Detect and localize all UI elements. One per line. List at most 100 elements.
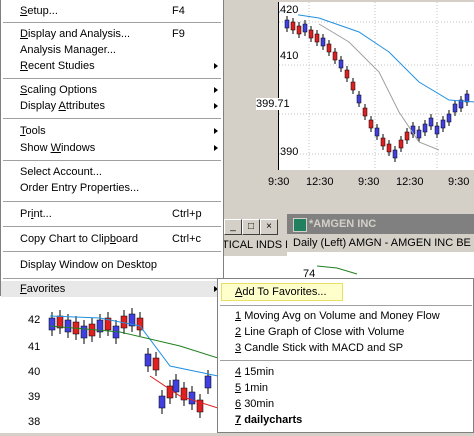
y-tick-39: 39 bbox=[28, 391, 41, 403]
shortcut-ctrl-c: Ctrl+c bbox=[172, 233, 202, 245]
candle-body bbox=[48, 317, 56, 331]
menu-item-analysis-manager[interactable]: Analysis Manager... bbox=[1, 42, 223, 58]
candle-body bbox=[398, 139, 404, 149]
menu-separator bbox=[3, 278, 221, 279]
y-tick-40: 40 bbox=[28, 366, 41, 378]
app-icon bbox=[293, 218, 307, 232]
menu-item-setup[interactable]: Setup... F4 bbox=[1, 3, 223, 19]
candle-body bbox=[434, 125, 440, 135]
submenu-arrow-icon bbox=[214, 87, 218, 93]
chart-context-menu[interactable]: Setup... F4 Display and Analysis... F9 Ana… bbox=[0, 0, 224, 297]
y-tick-38: 38 bbox=[28, 416, 41, 428]
favorites-submenu[interactable]: Add To Favorites... 1 Moving Avg on Volu… bbox=[217, 278, 474, 433]
price-chart-top[interactable]: 420 410 399.71 390 9:30 12:30 9:30 12:30… bbox=[228, 0, 474, 205]
x-tick: 9:30 bbox=[268, 176, 290, 188]
candle-body bbox=[350, 81, 356, 91]
chart-subtitle: Daily (Left) AMGN - AMGEN INC BE bbox=[287, 234, 474, 252]
candle-body bbox=[320, 37, 326, 47]
candle-body bbox=[308, 29, 314, 39]
menu-separator bbox=[220, 360, 472, 361]
candle-body bbox=[152, 357, 160, 371]
candle-body bbox=[344, 69, 350, 79]
close-button[interactable]: × bbox=[260, 219, 278, 235]
menu-separator bbox=[3, 78, 221, 79]
candle-body bbox=[446, 113, 452, 123]
window-title: *AMGEN INC bbox=[309, 218, 377, 230]
y-tick-410: 410 bbox=[280, 50, 299, 62]
menu-separator bbox=[3, 118, 221, 119]
candle-body bbox=[440, 119, 446, 129]
candle-body bbox=[404, 131, 410, 141]
favorite-item-3[interactable]: 3 Candle Stick with MACD and SP bbox=[218, 340, 473, 356]
candle-body bbox=[284, 19, 290, 29]
menu-item-select-account[interactable]: Select Account... bbox=[1, 164, 223, 180]
x-tick: 12:30 bbox=[306, 176, 334, 188]
shortcut-f4: F4 bbox=[172, 5, 185, 17]
candle-body bbox=[326, 43, 332, 53]
candle-body bbox=[416, 129, 422, 139]
y-tick-42: 42 bbox=[28, 314, 41, 326]
favorite-item-2[interactable]: 2 Line Graph of Close with Volume bbox=[218, 324, 473, 340]
candle-body bbox=[204, 375, 212, 389]
menu-item-display-window-desktop[interactable]: Display Window on Desktop bbox=[1, 257, 223, 273]
candle-body bbox=[188, 391, 196, 405]
menu-item-recent-studies[interactable]: Recent Studies bbox=[1, 58, 223, 74]
x-tick: 12:30 bbox=[396, 176, 424, 188]
menu-item-show-windows[interactable]: Show Windows bbox=[1, 140, 223, 156]
candle-body bbox=[392, 149, 398, 159]
maximize-button[interactable]: □ bbox=[242, 219, 260, 235]
menu-item-order-entry-properties[interactable]: Order Entry Properties... bbox=[1, 180, 223, 196]
menu-separator bbox=[220, 305, 472, 306]
menu-separator bbox=[3, 201, 221, 202]
candle-body bbox=[172, 379, 180, 393]
y-tick-390: 390 bbox=[280, 146, 299, 158]
y-tick-420: 420 bbox=[280, 4, 299, 16]
chart-subtitle-text: Daily (Left) AMGN - AMGEN INC BE bbox=[293, 237, 471, 249]
candle-body bbox=[356, 94, 362, 104]
minimize-button[interactable]: _ bbox=[224, 219, 242, 235]
menu-item-copy-chart[interactable]: Copy Chart to Clipboard Ctrl+c bbox=[1, 231, 223, 247]
candle-body bbox=[428, 117, 434, 127]
candle-body bbox=[332, 51, 338, 61]
candle-body bbox=[374, 127, 380, 137]
submenu-arrow-icon bbox=[214, 145, 218, 151]
menu-item-scaling-options[interactable]: Scaling Options bbox=[1, 82, 223, 98]
candle-body bbox=[380, 137, 386, 147]
candle-body bbox=[338, 59, 344, 69]
submenu-arrow-icon bbox=[214, 103, 218, 109]
window-titlebar[interactable]: *AMGEN INC bbox=[287, 214, 474, 234]
candle-body bbox=[158, 395, 166, 409]
candle-body bbox=[296, 25, 302, 35]
x-tick: 9:30 bbox=[448, 176, 470, 188]
candle-body bbox=[144, 353, 152, 367]
menu-separator bbox=[3, 226, 221, 227]
candle-body bbox=[290, 21, 296, 31]
menu-item-display-attributes[interactable]: Display Attributes bbox=[1, 98, 223, 114]
price-chart-bottom-left[interactable]: 42 41 40 39 38 bbox=[0, 296, 219, 433]
candle-body bbox=[386, 143, 392, 153]
menu-item-tools[interactable]: Tools bbox=[1, 123, 223, 139]
chart-plot-area[interactable] bbox=[278, 2, 474, 170]
favorite-item-4[interactable]: 4 15min bbox=[218, 364, 473, 380]
menu-item-display-analysis[interactable]: Display and Analysis... F9 bbox=[1, 26, 223, 42]
submenu-arrow-icon bbox=[214, 63, 218, 69]
favorite-item-5[interactable]: 5 1min bbox=[218, 380, 473, 396]
submenu-arrow-icon bbox=[214, 128, 218, 134]
menu-separator bbox=[3, 160, 221, 161]
candle-body bbox=[80, 325, 88, 339]
menu-separator bbox=[3, 22, 221, 23]
candlestick-svg bbox=[278, 2, 474, 170]
add-to-favorites-item[interactable]: Add To Favorites... bbox=[218, 284, 473, 300]
favorite-item-1[interactable]: 1 Moving Avg on Volume and Money Flow bbox=[218, 308, 473, 324]
moving-average-line bbox=[278, 11, 474, 103]
shortcut-f9: F9 bbox=[172, 28, 185, 40]
candle-body bbox=[452, 103, 458, 113]
menu-item-print[interactable]: Print... Ctrl+p bbox=[1, 206, 223, 222]
y-tick-41: 41 bbox=[28, 341, 41, 353]
favorite-item-7[interactable]: 7 dailycharts bbox=[218, 412, 473, 428]
candle-body bbox=[64, 319, 72, 333]
menu-item-favorites[interactable]: Favorites bbox=[1, 281, 223, 297]
y-tick-399: 399.71 bbox=[256, 98, 290, 110]
favorite-item-6[interactable]: 6 30min bbox=[218, 396, 473, 412]
shortcut-ctrl-p: Ctrl+p bbox=[172, 208, 202, 220]
